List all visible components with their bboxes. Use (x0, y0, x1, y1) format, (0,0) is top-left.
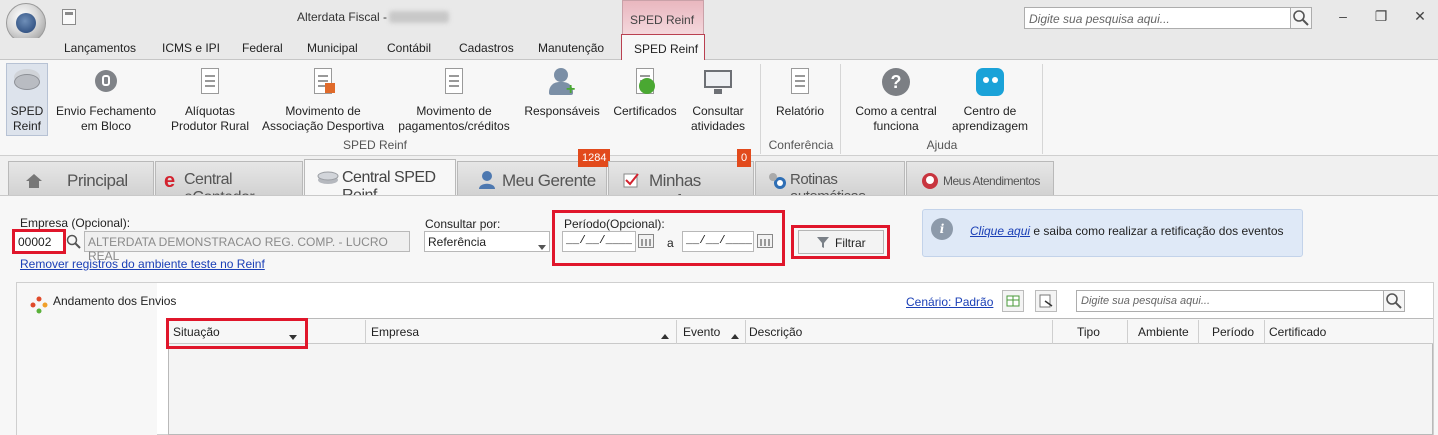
home-icon (25, 173, 43, 192)
menu-sped-reinf[interactable]: SPED Reinf (621, 34, 705, 61)
filter-button[interactable]: Filtrar (798, 230, 884, 254)
group-label-conferencia: Conferência (768, 138, 834, 152)
empresa-name-field: ALTERDATA DEMONSTRACAO REG. COMP. - LUCR… (84, 231, 410, 263)
lock-icon (90, 66, 122, 98)
ribbon-associacao-desportiva-button[interactable]: Movimento de Associação Desportiva (260, 62, 386, 138)
menu-municipal[interactable]: Municipal (307, 41, 358, 55)
highlight-empresa-code (12, 229, 66, 254)
coins-icon (11, 66, 43, 98)
tab-meus-atendimentos[interactable]: Meus Atendimentos (906, 161, 1054, 195)
menu-icms-ipi[interactable]: ICMS e IPI (162, 41, 220, 55)
ribbon-pagamentos-creditos-button[interactable]: Movimento de pagamentos/créditos (394, 62, 514, 138)
certificate-icon (629, 66, 661, 98)
learning-icon (974, 66, 1006, 98)
ribbon-centro-aprendizagem-button[interactable]: Centro de aprendizagem (946, 62, 1034, 138)
col-descricao[interactable]: Descrição (749, 325, 802, 339)
remove-test-records-link[interactable]: Remover registros do ambiente teste no R… (20, 257, 265, 271)
support-icon (921, 172, 939, 193)
econtador-icon: e (164, 170, 176, 192)
highlight-situacao (166, 318, 308, 349)
group-label-ajuda: Ajuda (926, 138, 958, 152)
ribbon-envio-fechamento-button[interactable]: Envio Fechamento em Bloco (52, 62, 160, 138)
ribbon-relatorio-button[interactable]: Relatório (768, 62, 832, 138)
checkbox-icon (623, 172, 639, 191)
panel-title: Andamento dos Envios (53, 294, 177, 308)
clock-gear-icon (768, 172, 788, 193)
ribbon-como-funciona-button[interactable]: ? Como a central funciona (848, 62, 944, 138)
ribbon-certificados-button[interactable]: Certificados (608, 62, 682, 138)
global-search-input[interactable]: Digite sua pesquisa aqui... (1024, 7, 1312, 29)
search-icon[interactable] (1290, 7, 1312, 29)
calendar-icon[interactable] (757, 234, 773, 248)
col-tipo[interactable]: Tipo (1077, 325, 1100, 339)
refresh-icon (30, 296, 48, 317)
info-link[interactable]: Clique aqui (970, 224, 1030, 238)
info-text: Clique aqui e saiba como realizar a reti… (970, 224, 1284, 238)
tab-central-sped-reinf[interactable]: Central SPED Reinf (304, 159, 456, 204)
calendar-icon[interactable] (638, 234, 654, 248)
col-certificado[interactable]: Certificado (1269, 325, 1326, 339)
sort-up-icon (731, 328, 739, 342)
redacted-title (389, 11, 449, 23)
search-icon[interactable] (66, 234, 82, 253)
scenario-link[interactable]: Cenário: Padrão (906, 295, 993, 309)
panel-search-input[interactable]: Digite sua pesquisa aqui... (1076, 290, 1384, 312)
add-user-icon: + (546, 66, 578, 98)
tab-rotinas-automaticas[interactable]: Rotinas automáticas (755, 161, 905, 205)
user-icon (478, 170, 496, 193)
menu-federal[interactable]: Federal (242, 41, 283, 55)
export-icon[interactable] (1035, 290, 1057, 312)
periodo-label: Período(Opcional): (564, 217, 665, 231)
ribbon-sped-reinf-button[interactable]: SPED Reinf (6, 62, 48, 138)
chevron-down-icon (538, 239, 546, 253)
empresa-label: Empresa (Opcional): (20, 216, 131, 230)
ribbon-aliquotas-button[interactable]: Alíquotas Produtor Rural (166, 62, 254, 138)
sort-up-icon (661, 328, 669, 342)
notification-badge: 0 (737, 149, 752, 167)
col-periodo[interactable]: Período (1212, 325, 1254, 339)
col-evento[interactable]: Evento (683, 325, 720, 339)
funnel-icon (817, 237, 829, 251)
group-label-sped-reinf: SPED Reinf (342, 138, 408, 152)
consultar-select[interactable]: Referência (424, 231, 550, 252)
info-icon: i (931, 218, 953, 240)
document-transfer-icon (307, 66, 339, 98)
coins-icon (317, 171, 339, 188)
col-empresa[interactable]: Empresa (371, 325, 419, 339)
tab-minhas-tarefas[interactable]: Minhas tarefas (608, 161, 754, 210)
date-to-input[interactable]: __/__/____ (682, 231, 754, 252)
context-tab-sped-reinf: SPED Reinf (622, 0, 704, 34)
search-icon[interactable] (1383, 290, 1405, 312)
menu-contabil[interactable]: Contábil (387, 41, 431, 55)
menu-lancamentos[interactable]: Lançamentos (64, 41, 136, 55)
help-icon: ? (880, 66, 912, 98)
close-icon[interactable]: ✕ (1410, 6, 1430, 26)
consultar-label: Consultar por: (425, 217, 501, 231)
ribbon-consultar-atividades-button[interactable]: Consultar atividades (686, 62, 750, 138)
menu-manutencao[interactable]: Manutenção (538, 41, 604, 55)
grid-settings-icon[interactable] (1002, 290, 1024, 312)
ribbon-responsaveis-button[interactable]: + Responsáveis (524, 62, 600, 138)
restore-icon[interactable]: ❐ (1371, 6, 1391, 26)
document-list-icon (438, 66, 470, 98)
col-ambiente[interactable]: Ambiente (1138, 325, 1189, 339)
tab-central-econtador[interactable]: e Central eContador (155, 161, 303, 206)
app-logo-button[interactable] (6, 3, 46, 43)
menu-cadastros[interactable]: Cadastros (459, 41, 514, 55)
monitor-icon (702, 66, 734, 98)
calculator-icon[interactable] (62, 9, 76, 25)
window-title: Alterdata Fiscal - (297, 10, 388, 24)
tab-principal[interactable]: Principal (8, 161, 154, 195)
document-icon (194, 66, 226, 98)
report-icon (784, 66, 816, 98)
notification-badge: 1284 (578, 149, 611, 167)
date-from-input[interactable]: __/__/____ (562, 231, 636, 252)
date-separator: a (667, 236, 674, 250)
minimize-icon[interactable]: – (1333, 6, 1353, 26)
